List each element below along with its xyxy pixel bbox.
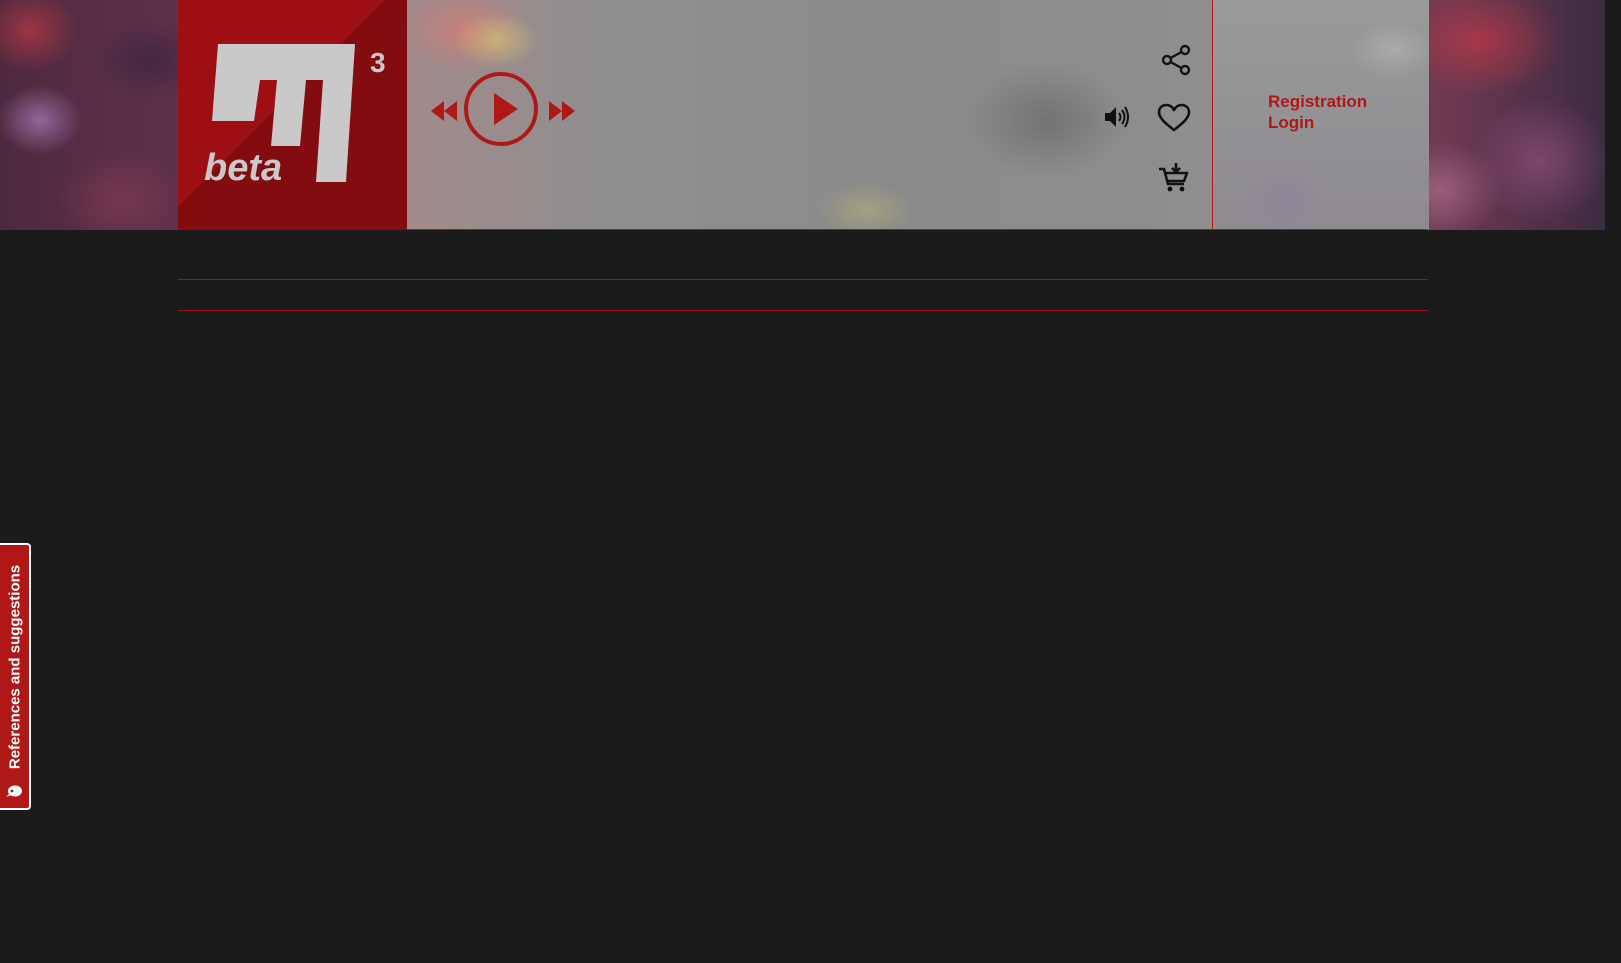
fast-forward-icon xyxy=(549,101,575,121)
logo-graphic: 3 beta xyxy=(204,44,386,189)
play-icon xyxy=(494,93,518,125)
content-divider-top xyxy=(178,279,1428,280)
content-divider-bottom xyxy=(178,310,1428,311)
share-button[interactable] xyxy=(1160,44,1192,76)
fast-forward-button[interactable] xyxy=(548,99,576,123)
add-to-cart-button[interactable] xyxy=(1158,163,1190,193)
logo-superscript: 3 xyxy=(370,47,386,78)
play-button[interactable] xyxy=(464,72,538,146)
header-divider xyxy=(407,229,1428,230)
site-logo[interactable]: 3 beta xyxy=(178,0,407,230)
rewind-icon xyxy=(431,101,457,121)
chat-bubble-icon xyxy=(6,785,22,797)
page-scroll-area xyxy=(1605,0,1621,963)
registration-link[interactable]: Registration xyxy=(1268,92,1367,112)
volume-button[interactable] xyxy=(1103,104,1131,130)
auth-panel xyxy=(1212,0,1429,230)
feedback-tab-label: References and suggestions xyxy=(6,564,23,769)
logo-beta-text: beta xyxy=(204,147,282,189)
login-link[interactable]: Login xyxy=(1268,113,1314,133)
favorite-button[interactable] xyxy=(1157,103,1191,133)
rewind-button[interactable] xyxy=(430,99,458,123)
heart-icon xyxy=(1157,103,1191,132)
share-icon xyxy=(1161,44,1191,76)
volume-icon xyxy=(1105,106,1129,128)
feedback-tab[interactable]: References and suggestions xyxy=(0,543,31,810)
add-to-cart-icon xyxy=(1159,163,1189,192)
